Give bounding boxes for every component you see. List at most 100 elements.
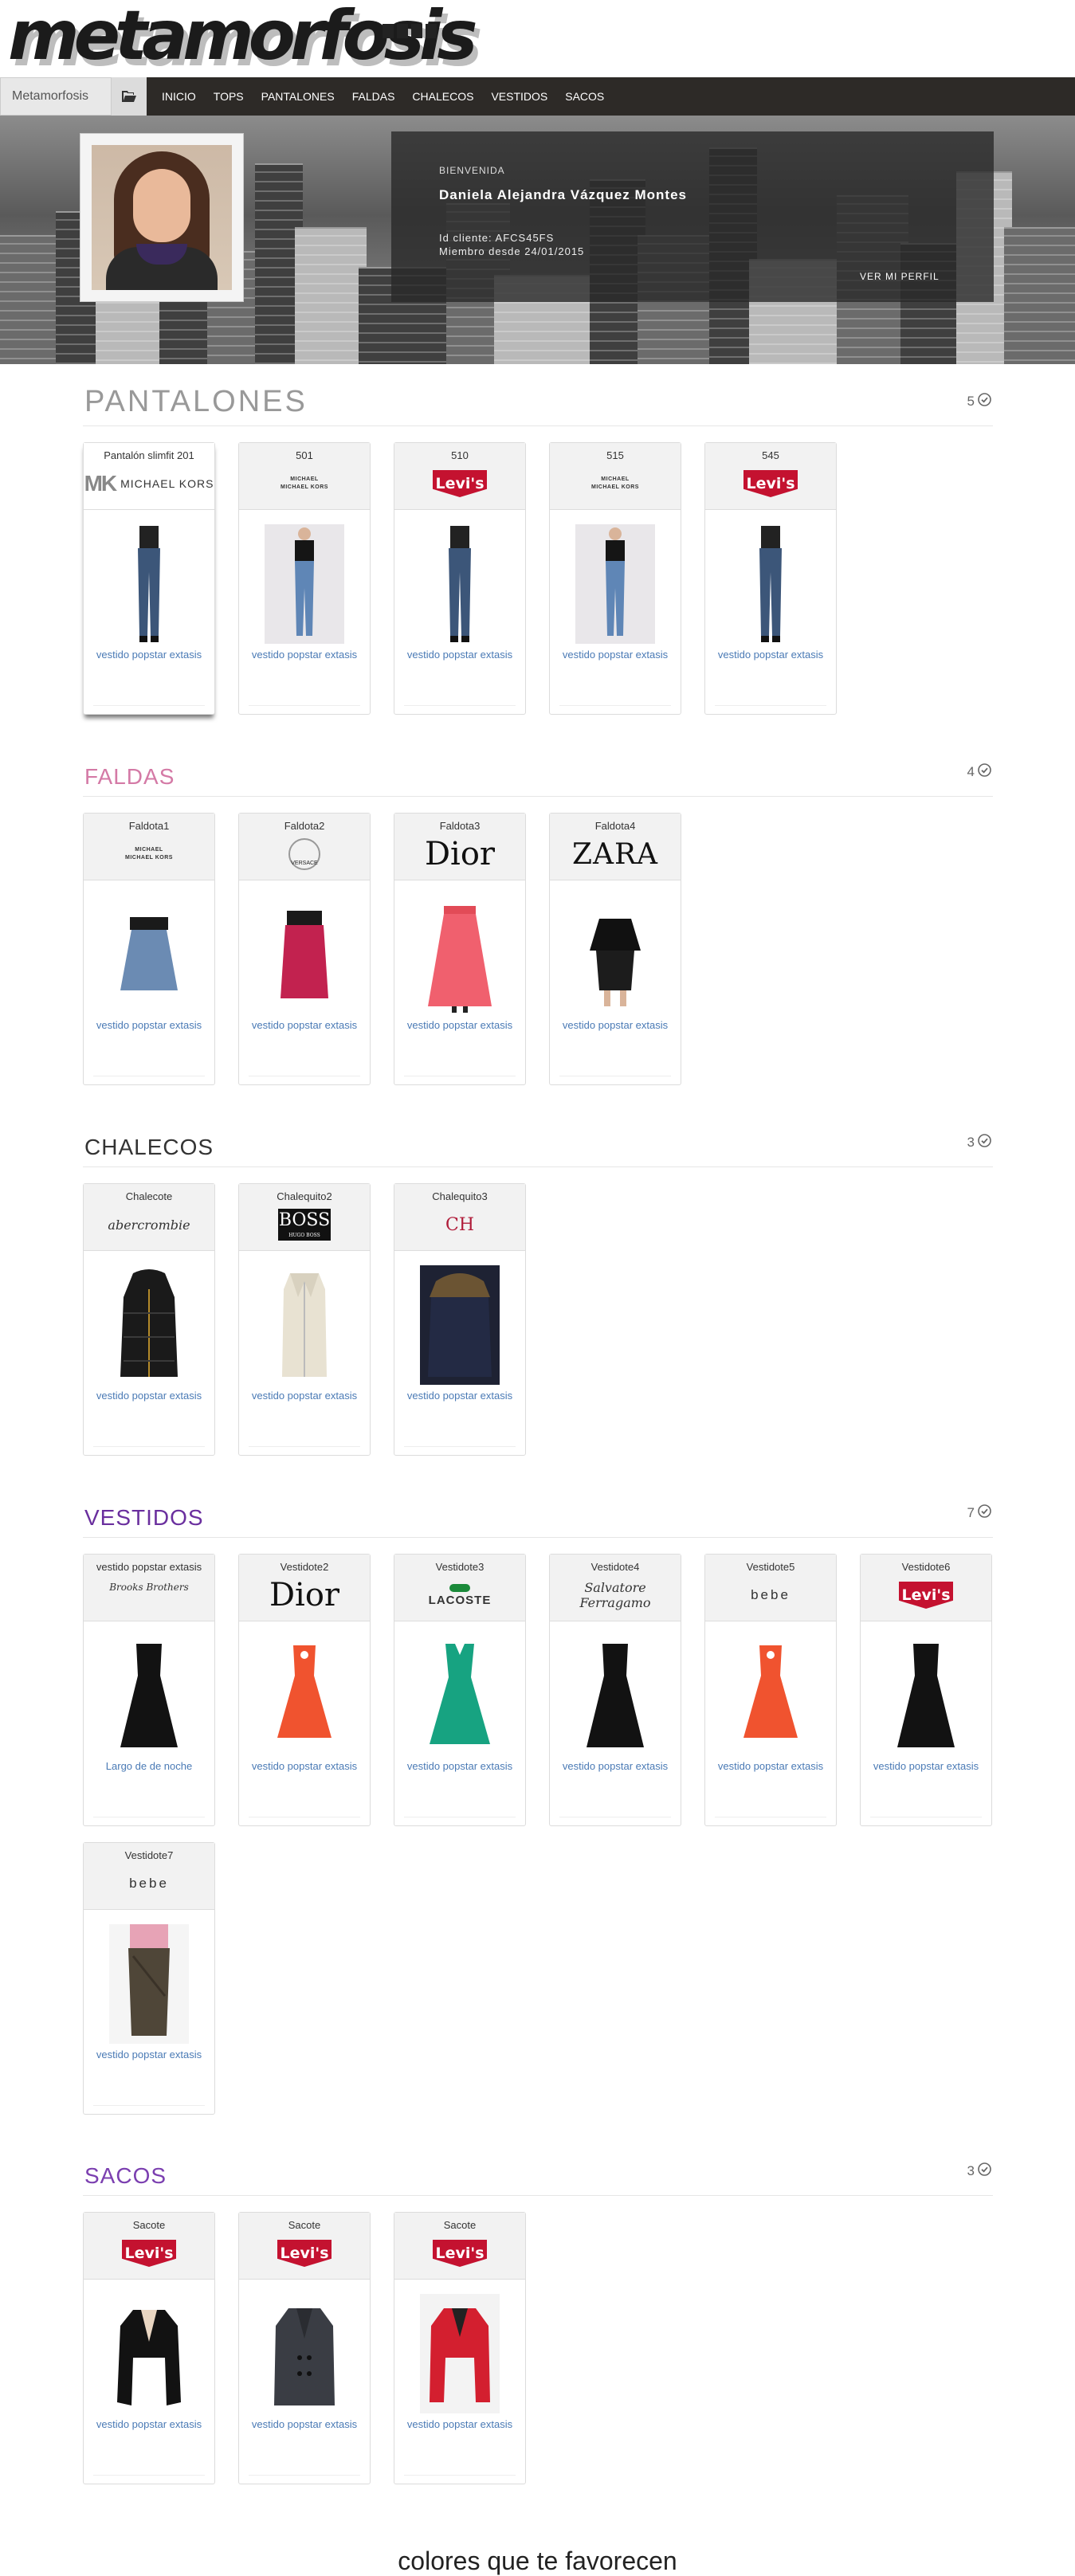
section-count: 4 [967,763,991,781]
product-image[interactable] [265,1636,344,1755]
nav-link-vestidos[interactable]: VESTIDOS [482,77,556,116]
product-image[interactable] [109,895,189,1014]
product-card[interactable]: 515 MICHAEL MICHAEL KORS vestido popstar e… [549,442,681,715]
product-description-link[interactable]: vestido popstar extasis [84,1388,214,1403]
product-description-link[interactable]: vestido popstar extasis [239,647,370,662]
product-description-link[interactable]: vestido popstar extasis [550,1017,681,1033]
product-image[interactable] [420,895,500,1014]
product-image[interactable] [420,1265,500,1385]
card-footer-divider [249,2475,360,2476]
brand-logo: Salvatore Ferragamo [550,1577,681,1613]
product-description-link[interactable]: vestido popstar extasis [84,2047,214,2062]
product-card[interactable]: 510 Levi's vestido popstar extasis [394,442,526,715]
product-description-link[interactable]: vestido popstar extasis [84,647,214,662]
logo-dots [383,24,437,38]
versace-logo: VERSACE [288,838,320,870]
folder-open-icon[interactable] [112,77,147,116]
product-card[interactable]: Chalecote abercrombie vestido popstar exta… [83,1183,215,1456]
product-image[interactable] [731,1636,810,1755]
product-card[interactable]: Vestidote7 bebe vestido popstar extasis [83,1842,215,2115]
brand-logo: Levi's [705,465,836,502]
view-profile-link[interactable]: VER MI PERFIL [860,271,940,282]
product-description-link[interactable]: vestido popstar extasis [705,647,836,662]
product-image[interactable] [420,524,500,644]
product-card[interactable]: Sacote Levi's vestido popstar extasis [238,2212,371,2484]
product-card[interactable]: Chalequito3 CH vestido popstar extasis [394,1183,526,1456]
product-card[interactable]: Sacote Levi's vestido popstar extasis [83,2212,215,2484]
product-image[interactable] [109,1636,189,1755]
count-value: 3 [967,2163,975,2178]
product-description-link[interactable]: vestido popstar extasis [550,1759,681,1774]
section-title: VESTIDOS [84,1505,204,1530]
brand-logo: BOSS HUGO BOSS [239,1206,370,1243]
product-card[interactable]: 501 MICHAEL MICHAEL KORS vestido popstar e… [238,442,371,715]
product-image[interactable] [886,1636,966,1755]
product-description-link[interactable]: Largo de de noche [84,1759,214,1774]
product-description-link[interactable]: vestido popstar extasis [394,1017,525,1033]
product-description-link[interactable]: vestido popstar extasis [861,1759,991,1774]
brand-logo: Brooks Brothers [84,1574,214,1601]
product-name: Faldota4 [594,820,636,832]
product-image[interactable] [265,524,344,644]
product-card[interactable]: Vestidote3 LACOSTE vestido popstar extasis [394,1554,526,1826]
product-description-link[interactable]: vestido popstar extasis [705,1759,836,1774]
product-name: 510 [451,449,469,461]
product-image[interactable] [109,1924,189,2044]
product-description-link[interactable]: vestido popstar extasis [394,1759,525,1774]
brand-logo: MICHAEL MICHAEL KORS [239,465,370,502]
product-card[interactable]: Vestidote6 Levi's vestido popstar extasis [860,1554,992,1826]
product-description-link[interactable]: vestido popstar extasis [239,2417,370,2432]
nav-link-inicio[interactable]: INICIO [153,77,205,116]
nav-link-tops[interactable]: TOPS [205,77,253,116]
nav-link-chalecos[interactable]: CHALECOS [403,77,482,116]
brand-logo: MICHAEL MICHAEL KORS [84,836,214,872]
nav-link-pantalones[interactable]: PANTALONES [253,77,343,116]
nav-link-faldas[interactable]: FALDAS [343,77,404,116]
product-image[interactable] [575,895,655,1014]
levis-logo: Levi's [433,470,487,497]
product-description-link[interactable]: vestido popstar extasis [394,2417,525,2432]
product-description-link[interactable]: vestido popstar extasis [84,1017,214,1033]
product-image[interactable] [265,2294,344,2413]
product-card[interactable]: Vestidote5 bebe vestido popstar extasis [704,1554,837,1826]
product-card[interactable]: Pantalón slimfit 201 MK MICHAEL KORS vestid… [83,442,215,715]
product-image[interactable] [265,895,344,1014]
product-image[interactable] [109,1265,189,1385]
dior-logo: Dior [269,1577,340,1613]
product-image[interactable] [575,1636,655,1755]
product-description-link[interactable]: vestido popstar extasis [550,647,681,662]
section-sacos: SACOS 3 Sacote Levi's vestido popstar extasi… [83,2156,993,2500]
product-card[interactable]: Faldota3 Dior vestido popstar extasis [394,813,526,1085]
product-image[interactable] [731,524,810,644]
navbar-brand[interactable]: Metamorfosis [0,77,112,116]
avatar[interactable] [92,145,232,290]
product-name: Vestidote2 [280,1561,329,1573]
product-card[interactable]: vestido popstar extasis Brooks Brothers La… [83,1554,215,1826]
nav-link-sacos[interactable]: SACOS [556,77,613,116]
product-description-link[interactable]: vestido popstar extasis [239,1388,370,1403]
product-description-link[interactable]: vestido popstar extasis [394,1388,525,1403]
product-image[interactable] [109,524,189,644]
product-card[interactable]: 545 Levi's vestido popstar extasis [704,442,837,715]
card-footer-divider [93,1446,205,1447]
product-card[interactable]: Faldota2 VERSACE vestido popstar extasis [238,813,371,1085]
michael-kors-logo: MICHAEL MICHAEL KORS [125,847,173,861]
site-logo[interactable]: metamorfosis metamorfosis [8,2,483,76]
product-description-link[interactable]: vestido popstar extasis [239,1759,370,1774]
card-header: vestido popstar extasis Brooks Brothers [84,1555,214,1621]
levis-logo: Levi's [899,1582,953,1609]
product-description-link[interactable]: vestido popstar extasis [394,647,525,662]
product-card[interactable]: Sacote Levi's vestido popstar extasis [394,2212,526,2484]
product-description-link[interactable]: vestido popstar extasis [239,1017,370,1033]
product-description-link[interactable]: vestido popstar extasis [84,2417,214,2432]
product-image[interactable] [265,1265,344,1385]
product-card[interactable]: Chalequito2 BOSS HUGO BOSS vestido popstar … [238,1183,371,1456]
product-card[interactable]: Faldota1 MICHAEL MICHAEL KORS vestido pops… [83,813,215,1085]
product-image[interactable] [420,1636,500,1755]
product-card[interactable]: Vestidote4 Salvatore Ferragamo vestido pop… [549,1554,681,1826]
product-image[interactable] [420,2294,500,2413]
product-card[interactable]: Vestidote2 Dior vestido popstar extasis [238,1554,371,1826]
product-image[interactable] [109,2294,189,2413]
product-image[interactable] [575,524,655,644]
product-card[interactable]: Faldota4 ZARA vestido popstar extasis [549,813,681,1085]
